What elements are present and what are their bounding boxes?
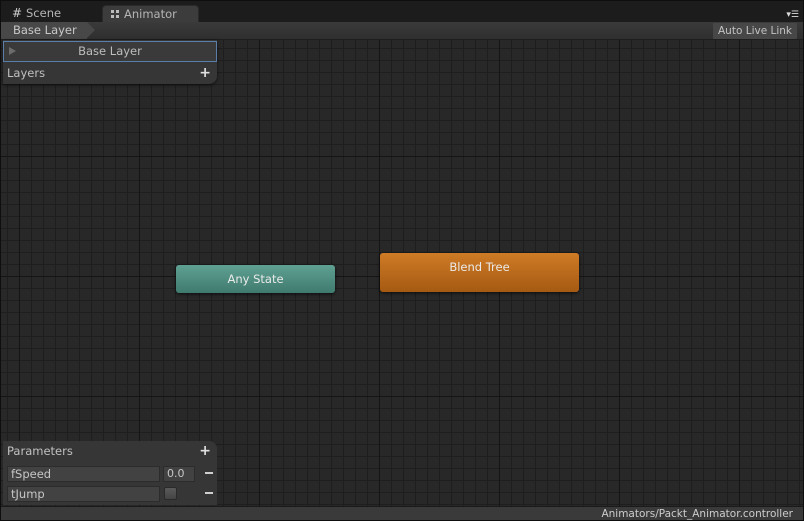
parameters-panel: Parameters + fSpeed 0.0 tJump [3,441,217,505]
add-parameter-icon[interactable]: + [199,441,211,461]
window-menu-icon[interactable]: ▾☰ [785,10,799,20]
parameter-row-tjump: tJump [7,486,215,502]
trigger-checkbox[interactable] [164,487,177,500]
parameters-header: Parameters + [3,441,217,461]
toolbar: Base Layer Auto Live Link [1,22,803,40]
layers-panel: Base Layer Layers + [3,40,217,84]
layers-header: Layers + [3,63,217,83]
blend-tree-node[interactable]: Blend Tree [380,253,579,292]
tab-scene-label: Scene [26,6,62,20]
animator-window: # Scene Animator ▾☰ Base Layer Auto Live … [0,0,804,521]
layer-item-base-layer[interactable]: Base Layer [3,41,217,62]
tab-animator[interactable]: Animator [102,5,199,22]
grid-icon: # [11,6,23,20]
remove-parameter-icon[interactable] [205,492,213,494]
add-layer-icon[interactable]: + [199,63,211,83]
controller-path: Animators/Packt_Animator.controller [601,508,793,520]
breadcrumb-base-layer[interactable]: Base Layer [1,22,95,39]
parameters-header-label: Parameters [7,444,73,458]
any-state-node[interactable]: Any State [176,265,335,293]
layer-item-label: Base Layer [78,44,142,58]
animator-icon [111,10,120,19]
auto-live-link-button[interactable]: Auto Live Link [713,23,797,39]
status-bar: Animators/Packt_Animator.controller [1,506,803,520]
tab-scene[interactable]: # Scene [3,5,99,22]
tab-strip: # Scene Animator ▾☰ [1,1,803,22]
parameter-row-fspeed: fSpeed 0.0 [7,466,215,482]
parameter-value-field[interactable]: 0.0 [163,466,195,482]
tab-animator-label: Animator [124,7,177,21]
remove-parameter-icon[interactable] [205,472,213,474]
layers-header-label: Layers [7,66,46,80]
play-icon [9,47,16,55]
blend-tree-label: Blend Tree [449,260,510,274]
any-state-label: Any State [227,272,284,286]
parameter-name-field[interactable]: fSpeed [7,466,160,482]
parameter-name-field[interactable]: tJump [7,486,160,502]
